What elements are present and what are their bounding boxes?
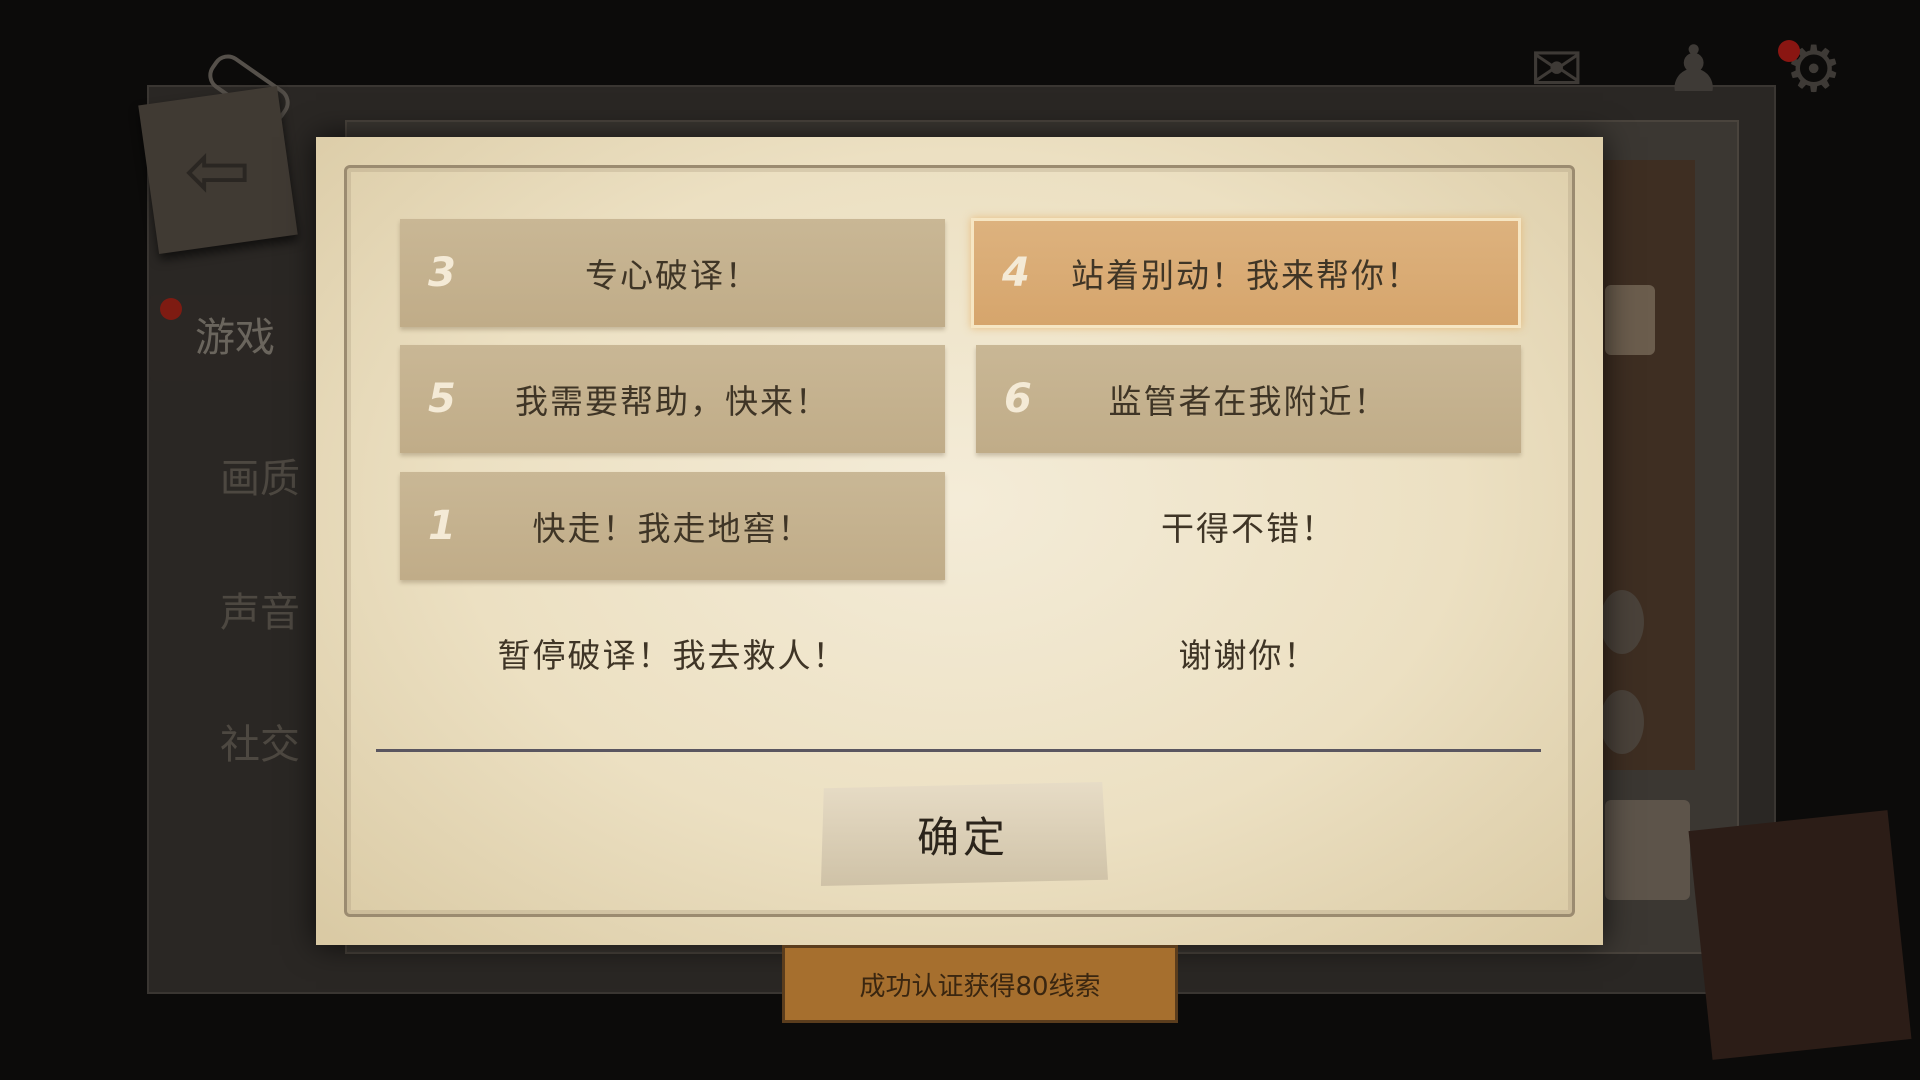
background-knob xyxy=(1600,590,1644,654)
confirm-button[interactable]: 确定 xyxy=(820,782,1108,886)
option-label: 专心破译！ xyxy=(585,256,760,295)
chat-icon: ✉ xyxy=(1530,33,1584,107)
divider xyxy=(376,749,1541,752)
option-label: 快走！我走地窖！ xyxy=(532,509,813,548)
exit-door-icon: ⇦ xyxy=(184,123,252,217)
user-icon: ♟ xyxy=(1665,33,1723,107)
option-label: 谢谢你！ xyxy=(1178,636,1319,675)
background-decoration xyxy=(1688,810,1912,1060)
quick-message-option[interactable]: 6 监管者在我附近！ xyxy=(976,345,1521,453)
option-label: 站着别动！我来帮你！ xyxy=(1071,256,1421,295)
quick-message-option-selected[interactable]: 4 站着别动！我来帮你！ xyxy=(971,218,1521,328)
notification-dot xyxy=(160,298,182,320)
option-number: 6 xyxy=(1004,376,1032,422)
tab-sound[interactable]: 声音 xyxy=(200,580,320,638)
quick-message-option[interactable]: 谢谢你！ xyxy=(976,599,1521,707)
option-number: 5 xyxy=(428,376,456,422)
option-number: 1 xyxy=(428,503,456,549)
notification-dot xyxy=(1778,40,1800,62)
settings-right-strip xyxy=(1600,160,1695,770)
option-number: 3 xyxy=(428,250,456,296)
exit-button[interactable]: ⇦ xyxy=(138,85,298,255)
option-label: 我需要帮助，快来！ xyxy=(515,382,830,421)
option-label: 监管者在我附近！ xyxy=(1108,382,1389,421)
background-right-button-lower xyxy=(1605,800,1690,900)
reward-banner: 成功认证获得80线索 xyxy=(782,945,1178,1023)
quick-message-option[interactable]: 暂停破译！我去救人！ xyxy=(400,599,945,707)
option-label: 干得不错！ xyxy=(1161,509,1336,548)
option-number: 4 xyxy=(1002,250,1030,296)
tab-social[interactable]: 社交 xyxy=(200,712,320,770)
option-label: 暂停破译！我去救人！ xyxy=(497,636,848,675)
quick-message-option[interactable]: 干得不错！ xyxy=(976,472,1521,580)
quick-message-option[interactable]: 5 我需要帮助，快来！ xyxy=(400,345,945,453)
quick-message-dialog: 3 专心破译！ 4 站着别动！我来帮你！ 5 我需要帮助，快来！ 6 监管者在我… xyxy=(316,137,1603,945)
tab-graphics[interactable]: 画质 xyxy=(200,446,320,504)
background-right-button xyxy=(1605,285,1655,355)
background-knob xyxy=(1600,690,1644,754)
quick-message-option[interactable]: 3 专心破译！ xyxy=(400,219,945,327)
quick-message-option[interactable]: 1 快走！我走地窖！ xyxy=(400,472,945,580)
